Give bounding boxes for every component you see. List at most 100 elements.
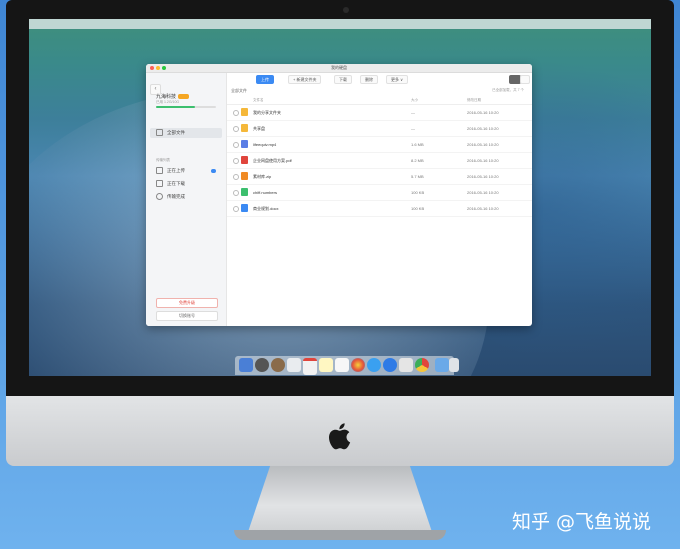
chrome-icon[interactable] [415, 358, 429, 372]
row-checkbox[interactable] [233, 126, 239, 132]
upload-button[interactable]: 上传 [256, 75, 274, 84]
file-date: 2016-05-16 10:20 [467, 190, 499, 195]
refresh-icon[interactable] [520, 75, 530, 84]
watermark-text: 知乎 @飞鱼说说 [512, 511, 652, 533]
trash-icon[interactable] [449, 358, 459, 372]
new-folder-button[interactable]: + 新建文件夹 [288, 75, 322, 84]
switch-account-button[interactable]: 切换账号 [156, 311, 218, 321]
monitor-stand [248, 466, 432, 532]
contacts-icon[interactable] [287, 358, 301, 372]
sidebar-item-uploading[interactable]: 正在上传 [150, 166, 222, 176]
table-row[interactable]: 商业规划.docx 100 KB 2016-05-16 10:20 [227, 201, 532, 217]
table-row[interactable]: lifeequiv.mp4 1.6 MB 2016-05-16 10:20 [227, 137, 532, 153]
folder-icon [241, 124, 248, 132]
delete-button[interactable]: 删除 [360, 75, 378, 84]
pdf-icon [241, 156, 248, 164]
downloads-folder-icon[interactable] [435, 358, 449, 372]
row-checkbox[interactable] [233, 158, 239, 164]
safari-icon[interactable] [383, 358, 397, 372]
file-size: 8.2 MB [411, 158, 424, 163]
sidebar-item-all-files[interactable]: 全部文件 [150, 128, 222, 138]
sidebar-item-label: 正在上传 [167, 168, 185, 173]
sidebar-item-completed[interactable]: 传输完成 [150, 192, 222, 202]
download-icon [156, 180, 163, 188]
reminders-icon[interactable] [335, 358, 349, 372]
stand-base [234, 530, 446, 540]
itunes-icon[interactable] [399, 358, 413, 372]
doc-icon [241, 204, 248, 212]
file-list-panel: 全部文件 已全部加载，共 7 个 文件名 大小 修改日期 我的分享文件夹 — 201… [227, 86, 532, 326]
zip-icon [241, 172, 248, 180]
file-name: 素材库.zip [253, 174, 272, 179]
folder-icon [241, 108, 248, 116]
camera-dot [343, 7, 349, 13]
row-checkbox[interactable] [233, 142, 239, 148]
table-row[interactable]: 企业网盘使用方案.pdf 8.2 MB 2016-05-16 10:20 [227, 153, 532, 169]
file-date: 2016-05-16 10:20 [467, 142, 499, 147]
file-date: 2016-05-16 10:20 [467, 126, 499, 131]
messages-icon[interactable] [367, 358, 381, 372]
drive-icon [156, 129, 163, 137]
file-date: 2016-05-16 10:20 [467, 110, 499, 115]
count-badge [211, 169, 216, 173]
column-date[interactable]: 修改日期 [467, 98, 481, 103]
file-size: — [411, 126, 415, 131]
file-size: 100 KB [411, 190, 425, 195]
mission-control-icon[interactable] [271, 358, 285, 372]
file-name: 我的分享文件夹 [253, 110, 281, 115]
column-size[interactable]: 大小 [411, 98, 418, 103]
download-button[interactable]: 下载 [334, 75, 352, 84]
file-date: 2016-05-16 10:20 [467, 206, 499, 211]
photos-icon[interactable] [351, 358, 365, 372]
notes-icon[interactable] [319, 358, 333, 372]
file-size: — [411, 110, 415, 115]
table-row[interactable]: 共享盘 — 2016-05-16 10:20 [227, 121, 532, 137]
imac-monitor: 我的硬盘 ‹ 九海科技 已用 1.2G/10G 全部文件 传输列表 正在上传 正… [0, 0, 680, 470]
row-checkbox[interactable] [233, 110, 239, 116]
quota-text: 已用 1.2G/10G [156, 100, 180, 104]
file-size: 100 KB [411, 206, 425, 211]
window-titlebar[interactable]: 我的硬盘 [146, 64, 532, 73]
upgrade-button[interactable]: 免费升级 [156, 298, 218, 308]
file-name: 共享盘 [253, 126, 265, 131]
desktop-screen: 我的硬盘 ‹ 九海科技 已用 1.2G/10G 全部文件 传输列表 正在上传 正… [29, 19, 651, 376]
sidebar-item-downloading[interactable]: 正在下载 [150, 179, 222, 189]
upload-icon [156, 167, 163, 175]
table-row[interactable]: 素材库.zip 5.7 MB 2016-05-16 10:20 [227, 169, 532, 185]
check-circle-icon [156, 193, 163, 201]
username: 九海科技 [156, 93, 190, 100]
quota-bar-fill [156, 106, 195, 108]
file-name: lifeequiv.mp4 [253, 142, 277, 147]
section-label: 传输列表 [156, 158, 170, 162]
file-name: 企业网盘使用方案.pdf [253, 158, 292, 163]
video-icon [241, 140, 248, 148]
sidebar-item-label: 传输完成 [167, 194, 185, 199]
file-date: 2016-05-16 10:20 [467, 174, 499, 179]
more-button[interactable]: 更多 ∨ [386, 75, 409, 84]
table-row[interactable]: chiff.numbers 100 KB 2016-05-16 10:20 [227, 185, 532, 201]
sheet-icon [241, 188, 248, 196]
file-size: 5.7 MB [411, 174, 424, 179]
row-checkbox[interactable] [233, 190, 239, 196]
loaded-status: 已全部加载，共 7 个 [492, 88, 524, 92]
sidebar: ‹ 九海科技 已用 1.2G/10G 全部文件 传输列表 正在上传 正在下载 传… [146, 73, 227, 326]
sidebar-item-label: 正在下载 [167, 181, 185, 186]
mac-menubar [29, 19, 651, 29]
quota-bar [156, 106, 216, 108]
breadcrumb[interactable]: 全部文件 [231, 88, 247, 94]
file-name: 商业规划.docx [253, 206, 279, 211]
toolbar: 上传 + 新建文件夹 下载 删除 更多 ∨ [226, 73, 532, 86]
row-checkbox[interactable] [233, 206, 239, 212]
file-size: 1.6 MB [411, 142, 424, 147]
column-name[interactable]: 文件名 [253, 98, 264, 103]
launchpad-icon[interactable] [255, 358, 269, 372]
apple-logo-icon [329, 423, 351, 450]
file-name: chiff.numbers [253, 190, 277, 195]
cloud-drive-window: 我的硬盘 ‹ 九海科技 已用 1.2G/10G 全部文件 传输列表 正在上传 正… [146, 64, 532, 326]
finder-icon[interactable] [239, 358, 253, 372]
table-row[interactable]: 我的分享文件夹 — 2016-05-16 10:20 [227, 105, 532, 121]
sidebar-item-label: 全部文件 [167, 130, 185, 135]
calendar-icon[interactable] [303, 358, 317, 375]
row-checkbox[interactable] [233, 174, 239, 180]
file-date: 2016-05-16 10:20 [467, 158, 499, 163]
